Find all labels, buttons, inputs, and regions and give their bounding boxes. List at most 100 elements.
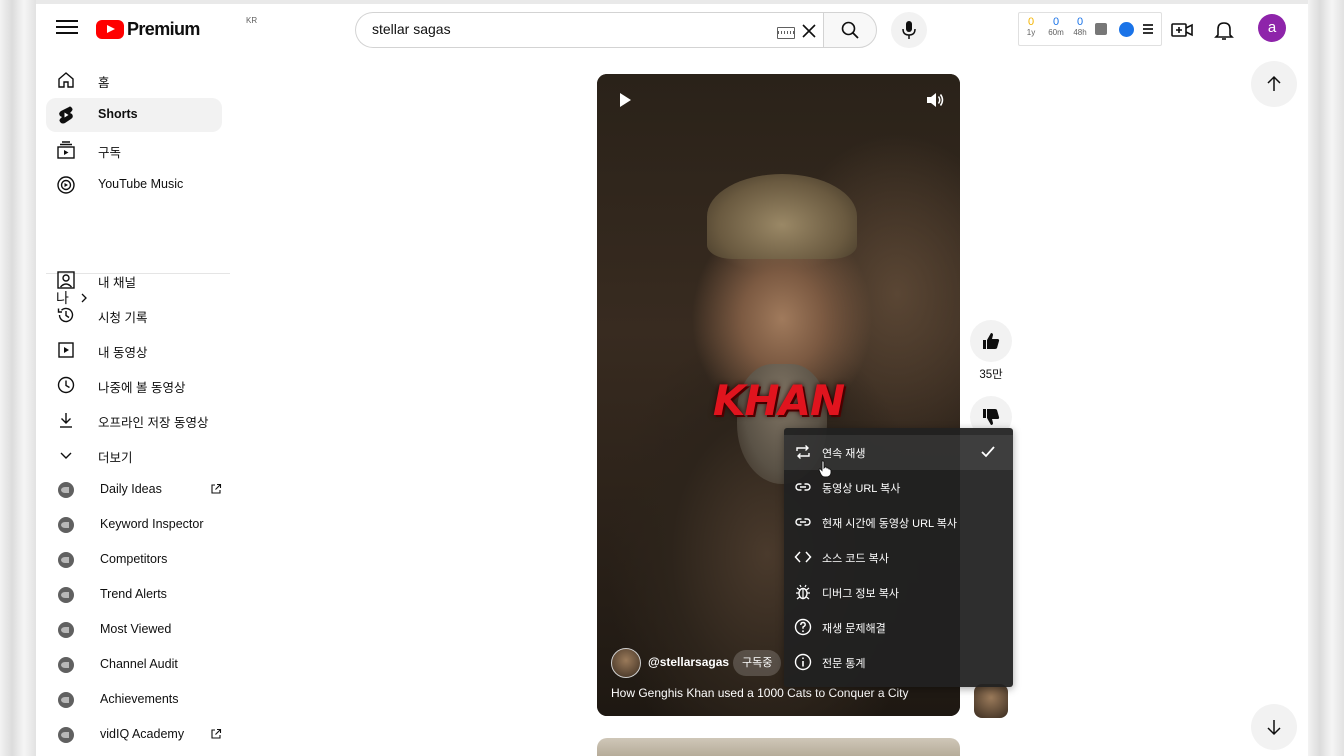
sidebar-item-show-more[interactable]: 더보기	[46, 438, 222, 472]
like-count: 35만	[979, 369, 1003, 381]
history-icon	[57, 307, 74, 323]
sidebar-item-label: Channel Audit	[100, 657, 178, 671]
sidebar-item-your-videos[interactable]: 내 동영상	[46, 333, 222, 367]
menu-item-label: 소스 코드 복사	[822, 553, 889, 565]
vidiq-icon	[58, 692, 74, 708]
sidebar-item-label: YouTube Music	[98, 177, 184, 191]
youtube-music-icon	[57, 176, 75, 194]
menu-item-copy-debug-info[interactable]: 디버그 정보 복사	[784, 575, 1013, 610]
sidebar-item-label: 구독	[98, 146, 122, 160]
sidebar-item-label: Daily Ideas	[100, 482, 162, 496]
next-short-preview[interactable]	[597, 738, 960, 756]
stat-label: 48h	[1073, 28, 1087, 37]
logo-word: Premium	[127, 18, 200, 39]
external-link-icon	[211, 728, 222, 739]
sidebar-item-label: Shorts	[98, 107, 138, 121]
menu-icon[interactable]	[56, 16, 78, 38]
video-overlay-text: KHAN	[712, 376, 845, 425]
checkmark-icon	[981, 446, 995, 458]
sidebar-item-your-channel[interactable]: 내 채널	[46, 263, 222, 297]
menu-item-label: 연속 재생	[822, 448, 866, 460]
vidiq-icon	[58, 552, 74, 568]
sidebar-item-daily-ideas[interactable]: Daily Ideas	[46, 473, 222, 507]
bar-chart-icon[interactable]	[1095, 23, 1107, 35]
vidiq-icon	[58, 657, 74, 673]
vidiq-menu-icon[interactable]	[1143, 24, 1153, 36]
subscribed-button[interactable]: 구독중	[733, 650, 782, 676]
sidebar-item-label: vidIQ Academy	[100, 727, 185, 741]
search-input[interactable]	[370, 20, 764, 38]
sidebar-item-trend-alerts[interactable]: Trend Alerts	[46, 578, 222, 612]
sidebar-item-subscriptions[interactable]: 구독	[46, 133, 222, 167]
sidebar-item-label: 시청 기록	[98, 311, 148, 325]
search-box	[355, 12, 825, 48]
menu-item-troubleshoot-playback[interactable]: 재생 문제해결	[784, 610, 1013, 645]
next-short-button[interactable]	[1251, 704, 1297, 750]
volume-icon[interactable]	[925, 90, 945, 110]
sidebar-item-competitors[interactable]: Competitors	[46, 543, 222, 577]
stat-value: 0	[1052, 16, 1060, 28]
menu-item-label: 현재 시간에 동영상 URL 복사	[822, 518, 958, 530]
clear-search-icon[interactable]	[800, 22, 818, 40]
vidiq-stat-48h: 0 48h	[1069, 16, 1091, 38]
play-icon[interactable]	[617, 92, 633, 108]
menu-item-stats-for-nerds[interactable]: 전문 통계	[784, 645, 1013, 680]
account-avatar[interactable]: a	[1258, 14, 1286, 42]
menu-item-label: 전문 통계	[822, 658, 866, 670]
voice-search-button[interactable]	[891, 12, 927, 48]
masthead: Premium KR 0 1y 0 60m 0 48h	[36, 4, 1308, 56]
channel-thumbnail[interactable]	[974, 684, 1008, 718]
vidiq-icon	[58, 482, 74, 498]
sidebar-item-label: 홈	[98, 76, 110, 90]
sidebar-item-home[interactable]: 홈	[46, 63, 222, 97]
short-title[interactable]: How Genghis Khan used a 1000 Cats to Con…	[611, 686, 909, 700]
search-icon	[841, 21, 859, 39]
channel-avatar[interactable]	[611, 648, 641, 678]
external-link-icon	[211, 483, 222, 494]
sidebar-item-youtube-music[interactable]: YouTube Music	[46, 168, 222, 202]
channel-handle[interactable]: @stellarsagas	[648, 655, 729, 669]
sidebar-item-keyword-inspector[interactable]: Keyword Inspector	[46, 508, 222, 542]
vidiq-stats-widget[interactable]: 0 1y 0 60m 0 48h	[1018, 12, 1162, 46]
mouse-pointer-hand-icon	[818, 460, 832, 478]
home-icon	[58, 72, 74, 88]
search-button[interactable]	[823, 12, 877, 48]
vidiq-logo-icon[interactable]	[1119, 22, 1134, 37]
menu-item-label: 동영상 URL 복사	[822, 483, 901, 495]
sidebar-item-most-viewed[interactable]: Most Viewed	[46, 613, 222, 647]
sidebar-item-label: 오프라인 저장 동영상	[98, 416, 209, 430]
arrow-up-icon	[1267, 75, 1281, 91]
loop-icon	[796, 445, 810, 459]
sidebar-item-watch-later[interactable]: 나중에 볼 동영상	[46, 368, 222, 402]
sidebar-item-label: Keyword Inspector	[100, 517, 204, 531]
sidebar-item-label: Most Viewed	[100, 622, 172, 636]
sidebar-item-achievements[interactable]: Achievements	[46, 683, 222, 717]
sidebar-item-channel-audit[interactable]: Channel Audit	[46, 648, 222, 682]
youtube-premium-logo[interactable]: Premium KR	[96, 16, 257, 42]
your-videos-icon	[58, 342, 74, 358]
sidebar-item-label: 더보기	[98, 451, 133, 465]
menu-item-copy-url-at-time[interactable]: 현재 시간에 동영상 URL 복사	[784, 505, 1013, 540]
shorts-icon	[59, 106, 73, 124]
arrow-down-icon	[1267, 720, 1281, 736]
code-icon	[794, 551, 812, 563]
create-video-icon[interactable]	[1170, 18, 1194, 42]
menu-item-label: 재생 문제해결	[822, 623, 886, 635]
keyboard-icon[interactable]	[777, 27, 795, 39]
sidebar-item-downloads[interactable]: 오프라인 저장 동영상	[46, 403, 222, 437]
bug-icon	[796, 584, 810, 600]
region-code: KR	[246, 16, 258, 25]
link-icon	[795, 518, 811, 526]
background-edge-right	[1308, 0, 1344, 756]
vidiq-icon	[58, 622, 74, 638]
youtube-play-icon	[96, 19, 124, 39]
youtube-window: Premium KR 0 1y 0 60m 0 48h	[36, 4, 1308, 756]
previous-short-button[interactable]	[1251, 61, 1297, 107]
sidebar-item-shorts[interactable]: Shorts	[46, 98, 222, 132]
sidebar-item-vidiq-academy[interactable]: vidIQ Academy	[46, 718, 222, 752]
like-button[interactable]	[970, 320, 1012, 362]
menu-item-copy-embed-code[interactable]: 소스 코드 복사	[784, 540, 1013, 575]
sidebar-item-history[interactable]: 시청 기록	[46, 298, 222, 332]
notifications-bell-icon[interactable]	[1212, 18, 1236, 42]
sidebar-item-label: Achievements	[100, 692, 179, 706]
